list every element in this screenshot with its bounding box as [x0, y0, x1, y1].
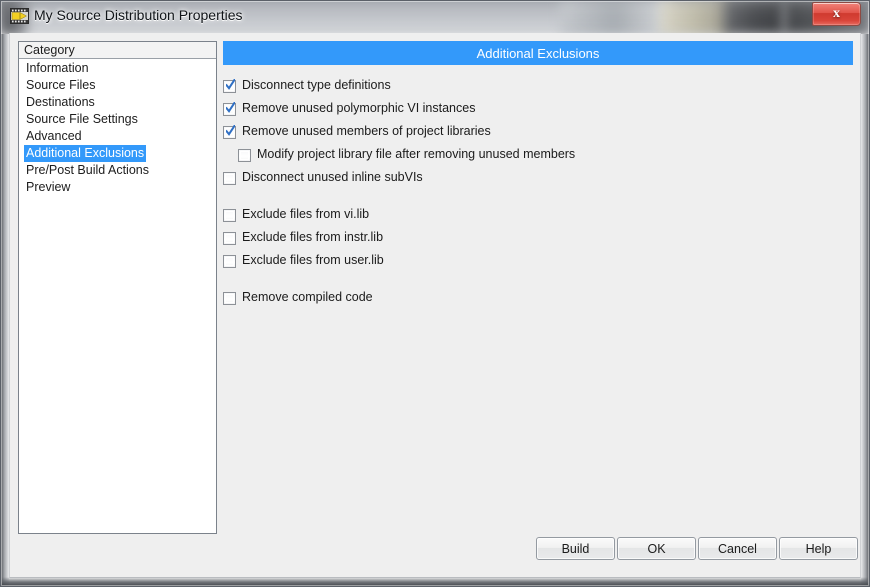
- sidebar-item-source-files[interactable]: Source Files: [19, 77, 216, 94]
- sidebar-item-pre-post-build-actions[interactable]: Pre/Post Build Actions: [19, 162, 216, 179]
- option-row-disconnect-unused-inline-subvis[interactable]: Disconnect unused inline subVIs: [223, 169, 853, 192]
- option-label: Disconnect unused inline subVIs: [242, 170, 423, 184]
- close-icon: x: [833, 6, 840, 21]
- checkbox-modify-project-library-file-after-removing-unused-members[interactable]: [238, 149, 251, 162]
- option-row-exclude-files-from-user-lib[interactable]: Exclude files from user.lib: [223, 252, 853, 275]
- option-label: Exclude files from user.lib: [242, 253, 384, 267]
- option-label: Remove unused polymorphic VI instances: [242, 101, 476, 115]
- dialog-window: My Source Distribution Properties x Cate…: [0, 0, 870, 587]
- option-label: Remove unused members of project librari…: [242, 124, 491, 138]
- option-group-spacer: [223, 275, 853, 289]
- sidebar-item-source-file-settings[interactable]: Source File Settings: [19, 111, 216, 128]
- sidebar-item-advanced[interactable]: Advanced: [19, 128, 216, 145]
- option-group-spacer: [223, 192, 853, 206]
- checkmark-icon: [226, 102, 235, 115]
- ok-button[interactable]: OK: [617, 537, 696, 560]
- title-bar[interactable]: My Source Distribution Properties x: [0, 0, 870, 33]
- option-label: Exclude files from vi.lib: [242, 207, 370, 221]
- sidebar-item-destinations[interactable]: Destinations: [19, 94, 216, 111]
- build-button[interactable]: Build: [536, 537, 615, 560]
- checkbox-remove-unused-polymorphic-vi-instances[interactable]: [223, 102, 236, 116]
- checkbox-disconnect-unused-inline-subvis[interactable]: [223, 172, 236, 185]
- ok-button-label: OK: [647, 541, 666, 556]
- category-items: Information Source Files Destinations Sourc…: [19, 59, 216, 196]
- checkbox-exclude-files-from-user-lib[interactable]: [223, 255, 236, 268]
- sidebar-item-label: Destinations: [26, 95, 95, 109]
- option-row-exclude-files-from-vi-lib[interactable]: Exclude files from vi.lib: [223, 206, 853, 229]
- sidebar-item-information[interactable]: Information: [19, 60, 216, 77]
- checkbox-remove-unused-members-of-project-libraries[interactable]: [223, 125, 236, 139]
- sidebar-item-label: Preview: [26, 180, 71, 194]
- option-row-disconnect-type-definitions[interactable]: Disconnect type definitions: [223, 77, 853, 100]
- option-row-exclude-files-from-instr-lib[interactable]: Exclude files from instr.lib: [223, 229, 853, 252]
- sidebar-item-label: Advanced: [26, 129, 82, 143]
- sidebar-item-additional-exclusions[interactable]: Additional Exclusions: [19, 145, 216, 162]
- category-list-header: Category: [19, 42, 216, 59]
- build-button-label: Build: [561, 541, 590, 556]
- labview-source-distribution-icon: [10, 8, 29, 24]
- window-title: My Source Distribution Properties: [34, 7, 243, 23]
- option-label: Disconnect type definitions: [242, 78, 391, 92]
- option-label: Remove compiled code: [242, 290, 373, 304]
- category-list[interactable]: Category Information Source Files Destinat…: [18, 41, 217, 534]
- checkmark-icon: [226, 79, 235, 92]
- close-button[interactable]: x: [812, 2, 861, 26]
- sidebar-item-preview[interactable]: Preview: [19, 179, 216, 196]
- sidebar-item-label: Pre/Post Build Actions: [26, 163, 149, 177]
- option-label: Exclude files from instr.lib: [242, 230, 384, 244]
- checkbox-exclude-files-from-instr-lib[interactable]: [223, 232, 236, 245]
- dialog-button-row: Build OK Cancel Help: [10, 537, 862, 567]
- sidebar-item-label: Additional Exclusions: [24, 145, 147, 162]
- checkbox-disconnect-type-definitions[interactable]: [223, 79, 236, 93]
- cancel-button-label: Cancel: [718, 541, 757, 556]
- option-label: Modify project library file after removi…: [257, 147, 576, 161]
- option-row-remove-unused-members-of-project-libraries[interactable]: Remove unused members of project librari…: [223, 123, 853, 146]
- sidebar-item-label: Information: [26, 61, 89, 75]
- option-row-modify-project-library-file-after-removing-unused-members[interactable]: Modify project library file after removi…: [223, 146, 853, 169]
- checkbox-exclude-files-from-vi-lib[interactable]: [223, 209, 236, 222]
- sidebar-item-label: Source Files: [26, 78, 96, 92]
- option-row-remove-compiled-code[interactable]: Remove compiled code: [223, 289, 853, 312]
- checkbox-remove-compiled-code[interactable]: [223, 292, 236, 305]
- page-title-label: Additional Exclusions: [476, 45, 600, 61]
- sidebar-item-label: Source File Settings: [26, 112, 138, 126]
- option-row-remove-unused-polymorphic-vi-instances[interactable]: Remove unused polymorphic VI instances: [223, 100, 853, 123]
- cancel-button[interactable]: Cancel: [698, 537, 777, 560]
- page-title: Additional Exclusions: [223, 41, 853, 65]
- checkmark-icon: [226, 125, 235, 138]
- dialog-content-area: Category Information Source Files Destinat…: [9, 33, 861, 578]
- help-button-label: Help: [805, 541, 832, 556]
- exclusion-options-list: Disconnect type definitions Remove unused…: [223, 77, 853, 312]
- help-button[interactable]: Help: [779, 537, 858, 560]
